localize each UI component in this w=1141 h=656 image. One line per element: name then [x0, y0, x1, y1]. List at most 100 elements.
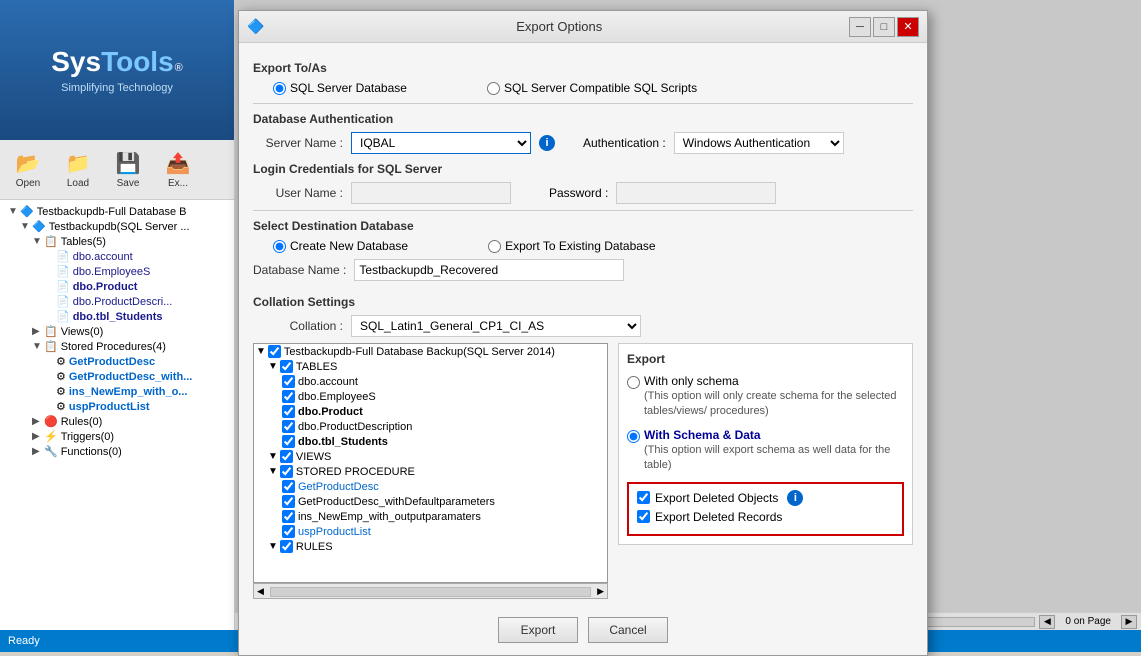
radio-export-existing-input[interactable] [488, 240, 501, 253]
function-icon: 🔧 [44, 445, 58, 458]
auth-label: Authentication : [583, 136, 666, 150]
dtree-sp3-cb[interactable] [282, 510, 295, 523]
export-toolbar-button[interactable]: 📤 Ex... [154, 145, 202, 195]
sidebar: SysTools® Simplifying Technology 📂 Open … [0, 0, 235, 652]
server-name-select[interactable]: IQBAL [351, 132, 531, 154]
deleted-objects-info-icon[interactable]: i [787, 490, 803, 506]
export-deleted-records-label-wrap[interactable]: Export Deleted Records [637, 510, 782, 524]
sidebar-tree-triggers[interactable]: ▶ ⚡ Triggers(0) [4, 429, 230, 444]
dtree-sp2[interactable]: GetProductDesc_withDefaultparameters [254, 494, 607, 509]
sidebar-tree-rules[interactable]: ▶ 🔴 Rules(0) [4, 414, 230, 429]
radio-sql-server-input[interactable] [273, 82, 286, 95]
sidebar-tree-students[interactable]: 📄 dbo.tbl_Students [4, 309, 230, 324]
export-deleted-records-item: Export Deleted Records [637, 510, 894, 524]
radio-schema-only[interactable]: With only schema (This option will only … [627, 374, 904, 420]
load-button[interactable]: 📁 Load [54, 145, 102, 195]
minimize-button[interactable]: ─ [849, 17, 871, 37]
db-icon: 🔷 [20, 205, 34, 218]
sidebar-tree-views[interactable]: ▶ 📋 Views(0) [4, 324, 230, 339]
dtree-rules[interactable]: ▼ RULES [254, 539, 607, 554]
sidebar-tree-product[interactable]: 📄 dbo.Product [4, 279, 230, 294]
sp-icon: ⚙ [56, 355, 66, 368]
next-page[interactable]: ▶ [1121, 615, 1137, 629]
dtree-sp2-cb[interactable] [282, 495, 295, 508]
dtree-employees-cb[interactable] [282, 390, 295, 403]
dtree-product-cb[interactable] [282, 405, 295, 418]
auth-select[interactable]: Windows Authentication [674, 132, 844, 154]
dtree-product[interactable]: dbo.Product [254, 404, 607, 419]
export-deleted-records-cb[interactable] [637, 510, 650, 523]
sidebar-tree-functions[interactable]: ▶ 🔧 Functions(0) [4, 444, 230, 459]
radio-create-new[interactable]: Create New Database [273, 239, 408, 253]
sidebar-tree-account[interactable]: 📄 dbo.account [4, 249, 230, 264]
dtree-root[interactable]: ▼ Testbackupdb-Full Database Backup(SQL … [254, 344, 607, 359]
sidebar-header: SysTools® Simplifying Technology [0, 0, 234, 140]
db-name-input[interactable] [354, 259, 624, 281]
dtree-root-cb[interactable] [268, 345, 281, 358]
radio-create-new-input[interactable] [273, 240, 286, 253]
dtree-rules-cb[interactable] [280, 540, 293, 553]
dtree-views-label: VIEWS [296, 451, 331, 463]
sidebar-tree-storedprocs[interactable]: ▼ 📋 Stored Procedures(4) [4, 339, 230, 354]
dtree-students[interactable]: dbo.tbl_Students [254, 434, 607, 449]
collation-row: Collation : SQL_Latin1_General_CP1_CI_AS [253, 315, 913, 337]
dtree-sp4[interactable]: uspProductList [254, 524, 607, 539]
dtree-sp3[interactable]: ins_NewEmp_with_outputparamaters [254, 509, 607, 524]
export-deleted-objects-label-wrap[interactable]: Export Deleted Objects [637, 491, 778, 505]
hscroll-right[interactable]: ▶ [594, 584, 607, 598]
dtree-storedproc-cb[interactable] [280, 465, 293, 478]
dtree-storedproc[interactable]: ▼ STORED PROCEDURE [254, 464, 607, 479]
radio-schema-only-label: With only schema [644, 374, 904, 388]
hscroll-left[interactable]: ◀ [254, 584, 267, 598]
dtree-views[interactable]: ▼ VIEWS [254, 449, 607, 464]
dtree-account[interactable]: dbo.account [254, 374, 607, 389]
password-input[interactable] [616, 182, 776, 204]
expand-icon: ▶ [32, 431, 42, 442]
export-label: Ex... [168, 178, 188, 189]
dtree-account-cb[interactable] [282, 375, 295, 388]
open-button[interactable]: 📂 Open [4, 145, 52, 195]
export-deleted-records-label: Export Deleted Records [655, 510, 782, 524]
sp-icon: ⚙ [56, 400, 66, 413]
dtree-employees[interactable]: dbo.EmployeeS [254, 389, 607, 404]
radio-export-existing[interactable]: Export To Existing Database [488, 239, 656, 253]
server-info-icon[interactable]: i [539, 135, 555, 151]
tree-hscroll[interactable]: ◀ ▶ [253, 583, 608, 599]
collation-section: Collation Settings [253, 287, 913, 315]
username-input[interactable] [351, 182, 511, 204]
dtree-views-cb[interactable] [280, 450, 293, 463]
dtree-students-cb[interactable] [282, 435, 295, 448]
dtree-tables-cb[interactable] [280, 360, 293, 373]
sidebar-tree-sp2[interactable]: ⚙ GetProductDesc_with... [4, 369, 230, 384]
maximize-button[interactable]: □ [873, 17, 895, 37]
dest-db-radio-group: Create New Database Export To Existing D… [273, 239, 913, 253]
dtree-productdesc-cb[interactable] [282, 420, 295, 433]
sidebar-tree-employees[interactable]: 📄 dbo.EmployeeS [4, 264, 230, 279]
collation-select[interactable]: SQL_Latin1_General_CP1_CI_AS [351, 315, 641, 337]
sidebar-tree-sp1[interactable]: ⚙ GetProductDesc [4, 354, 230, 369]
prev-page[interactable]: ◀ [1039, 615, 1055, 629]
sidebar-tree-sp3[interactable]: ⚙ ins_NewEmp_with_o... [4, 384, 230, 399]
dtree-tables[interactable]: ▼ TABLES [254, 359, 607, 374]
close-button[interactable]: ✕ [897, 17, 919, 37]
dtree-sp4-cb[interactable] [282, 525, 295, 538]
cancel-button[interactable]: Cancel [588, 617, 668, 643]
dtree-sp1-cb[interactable] [282, 480, 295, 493]
radio-schema-data-input[interactable] [627, 430, 640, 443]
dtree-sp1[interactable]: GetProductDesc [254, 479, 607, 494]
radio-sql-scripts-input[interactable] [487, 82, 500, 95]
radio-sql-server[interactable]: SQL Server Database [273, 81, 407, 95]
radio-sql-scripts[interactable]: SQL Server Compatible SQL Scripts [487, 81, 697, 95]
sidebar-tree-productdesc[interactable]: 📄 dbo.ProductDescri... [4, 294, 230, 309]
dialog-content: Export To/As SQL Server Database SQL Ser… [239, 43, 927, 609]
save-button[interactable]: 💾 Save [104, 145, 152, 195]
export-button[interactable]: Export [498, 617, 578, 643]
radio-schema-only-input[interactable] [627, 376, 640, 389]
sidebar-tree-sp4[interactable]: ⚙ uspProductList [4, 399, 230, 414]
sidebar-tree-root[interactable]: ▼ 🔷 Testbackupdb-Full Database B [4, 204, 230, 219]
sidebar-tree-tables[interactable]: ▼ 📋 Tables(5) [4, 234, 230, 249]
radio-schema-data[interactable]: With Schema & Data (This option will exp… [627, 428, 904, 474]
dtree-productdesc[interactable]: dbo.ProductDescription [254, 419, 607, 434]
export-deleted-objects-cb[interactable] [637, 491, 650, 504]
sidebar-tree-server[interactable]: ▼ 🔷 Testbackupdb(SQL Server ... [4, 219, 230, 234]
